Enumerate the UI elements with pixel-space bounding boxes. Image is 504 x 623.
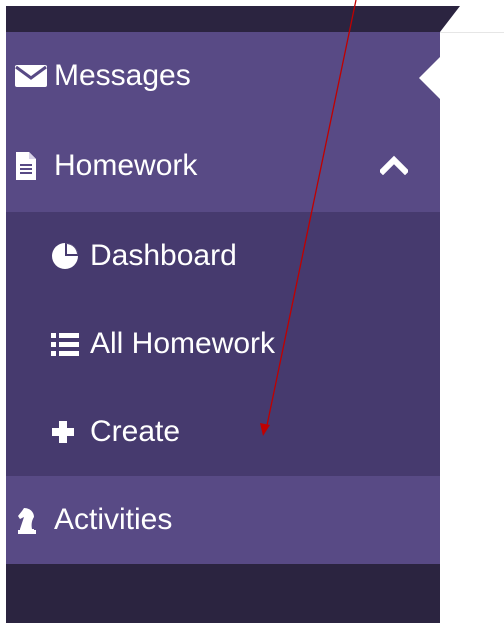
sidebar-item-homework[interactable]: Homework [6,120,440,212]
sidebar-item-messages[interactable]: Messages [6,32,441,120]
pie-chart-icon [50,241,90,271]
sidebar-item-label: Messages [54,59,191,92]
document-icon [14,151,54,181]
submenu-item-all-homework[interactable]: All Homework [6,300,440,388]
chess-knight-icon [14,505,54,535]
homework-submenu: Dashboard All Homework Create [6,212,440,476]
chevron-up-icon[interactable] [380,153,408,175]
sidebar-item-activities[interactable]: Activities [6,476,440,564]
submenu-item-label: All Homework [90,327,276,360]
sidebar: Messages Homework Dashboard All Homework… [6,6,441,623]
content-area-top-corner [440,6,504,33]
submenu-item-dashboard[interactable]: Dashboard [6,212,440,300]
list-icon [50,329,90,359]
sidebar-item-label: Activities [54,503,173,536]
submenu-item-label: Create [90,415,181,448]
sidebar-top-strip [6,6,440,32]
plus-icon [50,417,90,447]
envelope-icon [14,61,54,91]
submenu-item-create[interactable]: Create [6,388,440,476]
active-indicator [419,56,441,100]
sidebar-item-label: Homework [54,149,198,182]
submenu-item-label: Dashboard [90,239,237,272]
